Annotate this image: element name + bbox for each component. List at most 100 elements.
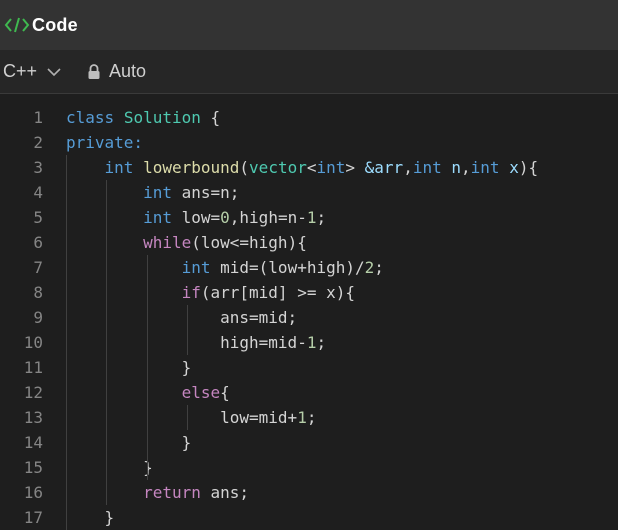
line-number: 10: [23, 333, 43, 352]
code-text: while(low<=high){: [66, 230, 307, 255]
code-token: }: [66, 508, 115, 527]
editor-toolbar: C++ Auto: [0, 50, 618, 94]
code-line[interactable]: 12 else{: [0, 380, 618, 405]
code-text: int lowerbound(vector<int> &arr,int n,in…: [66, 155, 539, 180]
code-token: int: [104, 158, 134, 177]
code-line[interactable]: 6 while(low<=high){: [0, 230, 618, 255]
code-token: ){: [518, 158, 539, 177]
code-text: }: [66, 430, 192, 455]
code-token: ;: [316, 208, 327, 227]
code-line[interactable]: 3 int lowerbound(vector<int> &arr,int n,…: [0, 155, 618, 180]
code-token: ans;: [200, 483, 250, 502]
line-number: 5: [33, 208, 43, 227]
line-number: 17: [23, 508, 43, 527]
code-token: ;: [316, 333, 327, 352]
code-token: (: [239, 158, 250, 177]
code-text: }: [66, 505, 115, 530]
code-line[interactable]: 10 high=mid-1;: [0, 330, 618, 355]
code-line[interactable]: 4 int ans=n;: [0, 180, 618, 205]
code-token: lowerbound: [143, 158, 240, 177]
indent-guide: [187, 305, 188, 355]
code-token: }: [66, 358, 192, 377]
code-line[interactable]: 13 low=mid+1;: [0, 405, 618, 430]
code-token: vector: [249, 158, 307, 177]
code-text: }: [66, 455, 153, 480]
code-token: int: [412, 158, 442, 177]
code-line[interactable]: 16 return ans;: [0, 480, 618, 505]
code-text: ans=mid;: [66, 305, 297, 330]
code-line[interactable]: 11 }: [0, 355, 618, 380]
code-token: }: [66, 458, 153, 477]
line-number: 8: [33, 283, 43, 302]
code-token: int: [143, 208, 172, 227]
code-token: int: [470, 158, 500, 177]
code-token: Solution: [123, 108, 201, 127]
code-token: ;: [374, 258, 384, 277]
code-text: class Solution {: [66, 105, 220, 130]
code-token: {: [200, 108, 221, 127]
code-panel-header: Code: [0, 0, 618, 50]
code-line[interactable]: 14 }: [0, 430, 618, 455]
code-brackets-icon: [4, 15, 30, 35]
line-number: 12: [23, 383, 43, 402]
line-number: 9: [33, 308, 43, 327]
code-line[interactable]: 15 }: [0, 455, 618, 480]
line-number: 13: [23, 408, 43, 427]
lock-icon: [87, 63, 101, 80]
code-line[interactable]: 2 private:: [0, 130, 618, 155]
code-line[interactable]: 17 }: [0, 505, 618, 530]
line-number: 6: [33, 233, 43, 252]
line-number: 2: [33, 133, 43, 152]
line-number: 7: [33, 258, 43, 277]
code-line[interactable]: 7 int mid=(low+high)/2;: [0, 255, 618, 280]
code-token: 1: [297, 408, 307, 427]
line-number: 11: [23, 358, 43, 377]
code-token: ;: [306, 408, 317, 427]
code-token: (arr[mid] >= x){: [200, 283, 355, 302]
code-line[interactable]: 5 int low=0,high=n-1;: [0, 205, 618, 230]
code-token: mid=(low+high)/: [210, 258, 365, 277]
code-token: low=mid+: [66, 408, 298, 427]
code-text: int ans=n;: [66, 180, 239, 205]
auto-mode-label: Auto: [109, 61, 147, 81]
code-token: low=: [171, 208, 221, 227]
code-token: ans=mid;: [66, 308, 298, 327]
code-text: return ans;: [66, 480, 249, 505]
panel-title: Code: [32, 14, 78, 35]
line-number: 3: [33, 158, 43, 177]
code-editor[interactable]: 1 class Solution {2 private: 3 int lowerbou…: [0, 95, 618, 530]
code-token: int: [143, 183, 172, 202]
auto-mode[interactable]: Auto: [87, 61, 146, 82]
code-line[interactable]: 9 ans=mid;: [0, 305, 618, 330]
code-text: low=mid+1;: [66, 405, 316, 430]
code-token: 0: [220, 208, 230, 227]
code-token: int: [181, 258, 211, 277]
code-text: private:: [66, 130, 143, 155]
code-token: ,high=n-: [229, 208, 307, 227]
code-token: >: [345, 158, 365, 177]
code-line[interactable]: 8 if(arr[mid] >= x){: [0, 280, 618, 305]
chevron-down-icon: [47, 67, 61, 77]
code-line[interactable]: 1 class Solution {: [0, 105, 618, 130]
code-text: if(arr[mid] >= x){: [66, 280, 355, 305]
indent-guide: [106, 180, 107, 505]
code-token: }: [66, 433, 192, 452]
code-token: x: [509, 158, 519, 177]
code-token: class: [66, 108, 115, 127]
line-number: 1: [33, 108, 43, 127]
code-token: int: [316, 158, 346, 177]
indent-guide: [66, 155, 67, 530]
language-select[interactable]: C++: [3, 61, 61, 82]
code-text: int mid=(low+high)/2;: [66, 255, 384, 280]
line-number: 14: [23, 433, 43, 452]
